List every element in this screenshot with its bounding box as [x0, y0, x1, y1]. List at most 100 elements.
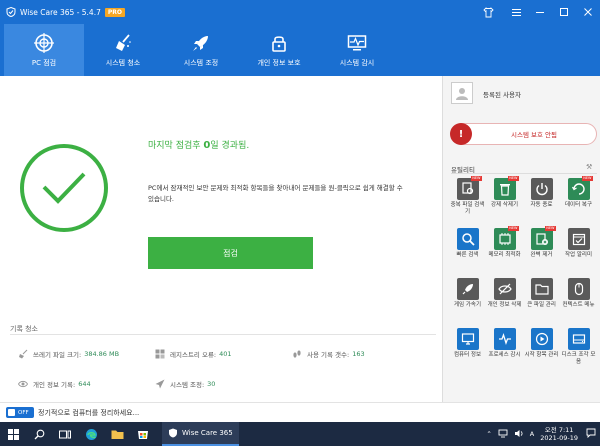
- tab-label: 개인 정보 보호: [257, 59, 301, 67]
- check-status-icon: [20, 144, 108, 232]
- broom-icon: [112, 32, 134, 54]
- trash-icon: NEW: [493, 176, 519, 200]
- avatar[interactable]: [451, 82, 473, 104]
- tile-privacy-erase[interactable]: 개인 정보 삭제: [486, 276, 523, 326]
- tile-duplicate-finder[interactable]: NEW 중복 파일 검색기: [449, 176, 486, 226]
- monitor-pulse-icon: [346, 32, 368, 54]
- toggle-knob: [8, 409, 15, 416]
- records-title: 기록 청소: [10, 325, 38, 333]
- app-title: Wise Care 365 - 5.4.7: [20, 7, 101, 17]
- right-panel: 등록된 사용자 ! 시스템 보호 안됨 유틸리티 ⚒ NEW 중복 파일 검색기…: [442, 76, 600, 402]
- tab-label: 시스템 감시: [339, 59, 375, 67]
- divider: [10, 334, 436, 335]
- tile-label: 게임 가속기: [453, 302, 482, 308]
- tile-force-delete[interactable]: NEW 강제 삭제기: [486, 176, 523, 226]
- file-explorer-icon[interactable]: [104, 422, 130, 446]
- last-check-text: 마지막 점검후 0일 경과됨.: [148, 138, 249, 151]
- taskbar-app-label: Wise Care 365: [182, 429, 233, 437]
- globe-target-icon: [33, 32, 55, 54]
- scan-button[interactable]: 점검: [148, 237, 313, 269]
- check-description: PC에서 잠재적인 보안 문제와 최적화 항목들을 찾아내어 문제들을 원-클릭…: [148, 184, 403, 203]
- app-logo-icon: [169, 428, 177, 438]
- menu-icon[interactable]: [504, 0, 528, 24]
- tile-label: 자동 종료: [530, 202, 553, 208]
- main-nav: PC 점검 시스템 청소 시스템 조정 개인 정보 보호 시스템 감시: [0, 24, 600, 76]
- system-tray: ⌃ A 오전 7:11 2021-09-19: [486, 422, 600, 446]
- tab-system-monitor[interactable]: 시스템 감시: [318, 24, 396, 76]
- tile-label: 컴퓨터 정보: [453, 352, 482, 358]
- tile-startup-manager[interactable]: 시작 항목 관리: [523, 326, 560, 376]
- tile-task-reminder[interactable]: 작업 알리미: [560, 226, 597, 276]
- tile-label: 메모리 최적화: [488, 252, 521, 258]
- tab-pc-check[interactable]: PC 점검: [4, 24, 84, 76]
- last-check-suffix: 일 경과됨.: [210, 141, 250, 151]
- utilities-grid: NEW 중복 파일 검색기 NEW 강제 삭제기 자동 종료 NEW 데이터 복…: [449, 176, 600, 376]
- clock-date: 2021-09-19: [540, 434, 578, 442]
- record-value: 401: [219, 350, 232, 358]
- protection-status-button[interactable]: ! 시스템 보호 안됨: [450, 123, 597, 145]
- chevron-up-icon[interactable]: ⌃: [486, 430, 491, 438]
- tile-label: 개인 정보 삭제: [487, 302, 522, 308]
- record-value: 644: [78, 380, 91, 388]
- app-logo-icon: [6, 7, 16, 17]
- tab-label: 시스템 청소: [105, 59, 141, 67]
- record-junk-files: 쓰레기 파일 크기: 384.86 MB: [18, 349, 119, 359]
- footprint-icon: [292, 349, 302, 359]
- tile-process-monitor[interactable]: 프로세스 감시: [486, 326, 523, 376]
- maximize-icon[interactable]: [552, 0, 576, 24]
- tab-system-clean[interactable]: 시스템 청소: [84, 24, 162, 76]
- language-indicator[interactable]: A: [530, 430, 534, 438]
- tab-privacy[interactable]: 개인 정보 보호: [240, 24, 318, 76]
- search-icon[interactable]: [26, 422, 52, 446]
- volume-icon[interactable]: [514, 429, 524, 440]
- search-icon: [456, 228, 479, 250]
- skin-icon[interactable]: [476, 0, 500, 24]
- tile-quick-search[interactable]: 빠른 검색: [449, 226, 486, 276]
- tile-data-recovery[interactable]: NEW 데이터 복구: [560, 176, 597, 226]
- tile-label: 완벽 제거: [530, 252, 553, 258]
- record-usage-history: 사용 기록 갯수: 163: [292, 349, 365, 359]
- tile-memory-optimize[interactable]: NEW 메모리 최적화: [486, 226, 523, 276]
- rocket-icon: [456, 278, 479, 300]
- edge-browser-icon[interactable]: [78, 422, 104, 446]
- close-icon[interactable]: [576, 0, 600, 24]
- task-view-icon[interactable]: [52, 422, 78, 446]
- tile-complete-uninstall[interactable]: NEW 완벽 제거: [523, 226, 560, 276]
- power-icon: [530, 178, 553, 200]
- schedule-text[interactable]: 정기적으로 컴퓨터를 정리하세요...: [38, 408, 139, 418]
- tile-game-booster[interactable]: 게임 가속기: [449, 276, 486, 326]
- record-label: 개인 정보 기록:: [33, 381, 76, 389]
- record-privacy: 개인 정보 기록: 644: [18, 379, 91, 389]
- record-label: 레지스트리 오류:: [170, 351, 217, 359]
- tile-label: 강제 삭제기: [490, 202, 519, 208]
- tile-disk-defrag[interactable]: 디스크 조각 모음: [560, 326, 597, 376]
- windows-start-icon[interactable]: [0, 422, 26, 446]
- record-value: 163: [352, 350, 365, 358]
- tile-auto-shutdown[interactable]: 자동 종료: [523, 176, 560, 226]
- pro-badge: PRO: [104, 7, 125, 17]
- wrench-icon[interactable]: ⚒: [586, 163, 592, 171]
- clock[interactable]: 오전 7:11 2021-09-19: [540, 426, 578, 442]
- toggle-label: OFF: [18, 409, 29, 416]
- tile-large-file-manager[interactable]: 큰 파일 관리: [523, 276, 560, 326]
- username[interactable]: 등록된 사용자: [483, 89, 521, 99]
- title-bar: Wise Care 365 - 5.4.7 PRO: [0, 0, 600, 24]
- tab-system-tune[interactable]: 시스템 조정: [162, 24, 240, 76]
- tile-label: 컨텍스트 메뉴: [562, 302, 595, 308]
- computer-icon: [456, 328, 479, 350]
- pulse-icon: [493, 328, 516, 350]
- play-icon: [530, 328, 553, 350]
- taskbar-app-wise-care[interactable]: Wise Care 365: [162, 422, 239, 446]
- tile-context-menu[interactable]: 컨텍스트 메뉴: [560, 276, 597, 326]
- notification-icon[interactable]: [586, 428, 596, 440]
- lock-icon: [268, 32, 290, 54]
- tile-computer-info[interactable]: 컴퓨터 정보: [449, 326, 486, 376]
- broom-icon: [18, 349, 28, 359]
- schedule-toggle[interactable]: OFF: [6, 407, 34, 418]
- store-icon[interactable]: [130, 422, 156, 446]
- network-icon[interactable]: [498, 429, 508, 440]
- record-value: 30: [207, 380, 216, 388]
- protection-status-text: 시스템 보호 안됨: [511, 131, 557, 139]
- new-badge: NEW: [508, 176, 519, 181]
- minimize-icon[interactable]: [528, 0, 552, 24]
